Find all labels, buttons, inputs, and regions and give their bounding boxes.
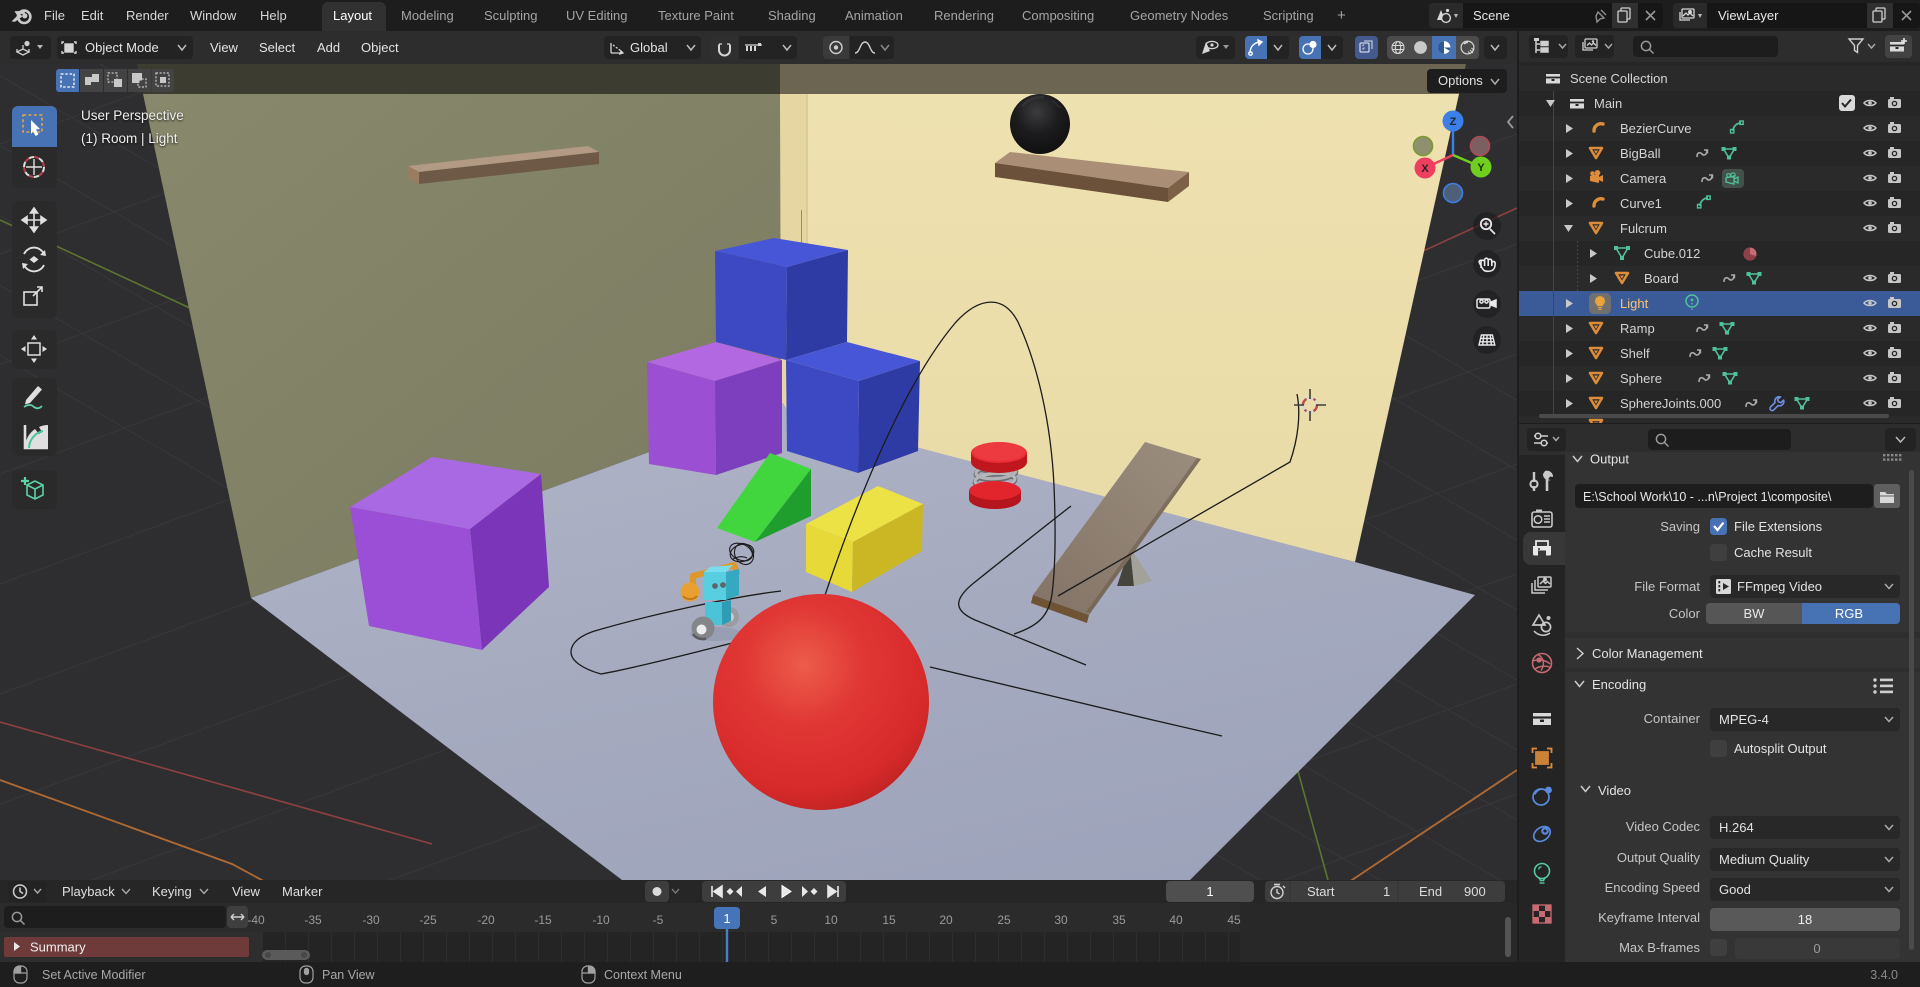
svg-text:5: 5 — [771, 913, 778, 927]
svg-text:Medium Quality: Medium Quality — [1719, 852, 1810, 867]
svg-text:-35: -35 — [304, 913, 322, 927]
svg-text:Cube.012: Cube.012 — [1644, 246, 1700, 261]
svg-text:10: 10 — [824, 913, 838, 927]
svg-text:H.264: H.264 — [1719, 820, 1754, 835]
svg-text:Board: Board — [1644, 271, 1679, 286]
svg-text:900: 900 — [1464, 884, 1486, 899]
svg-text:View: View — [232, 884, 261, 899]
svg-text:-15: -15 — [534, 913, 552, 927]
svg-text:MPEG-4: MPEG-4 — [1719, 712, 1769, 727]
svg-text:30: 30 — [1054, 913, 1068, 927]
svg-text:Camera: Camera — [1620, 171, 1667, 186]
svg-text:-5: -5 — [653, 913, 664, 927]
svg-text:BezierCurve: BezierCurve — [1620, 121, 1692, 136]
svg-text:Playback: Playback — [62, 884, 115, 899]
svg-text:Ramp: Ramp — [1620, 321, 1655, 336]
svg-text:18: 18 — [1798, 912, 1812, 927]
svg-text:3.4.0: 3.4.0 — [1870, 968, 1898, 982]
svg-text:BigBall: BigBall — [1620, 146, 1661, 161]
svg-text:1: 1 — [1383, 884, 1390, 899]
svg-text:BW: BW — [1744, 606, 1766, 621]
svg-text:-30: -30 — [362, 913, 380, 927]
svg-text:-25: -25 — [419, 913, 437, 927]
svg-text:Fulcrum: Fulcrum — [1620, 221, 1667, 236]
svg-text:Cache Result: Cache Result — [1734, 545, 1812, 560]
svg-text:Video: Video — [1598, 783, 1631, 798]
svg-text:-40: -40 — [247, 913, 265, 927]
svg-text:Color Management: Color Management — [1592, 646, 1703, 661]
svg-text:Color: Color — [1669, 606, 1701, 621]
svg-text:Y: Y — [1477, 162, 1485, 174]
svg-text:FFmpeg Video: FFmpeg Video — [1737, 579, 1822, 594]
svg-text:E:\School Work\10 - ...n\Proje: E:\School Work\10 - ...n\Project 1\compo… — [1583, 490, 1832, 504]
svg-text:Keying: Keying — [152, 884, 192, 899]
svg-text:Keyframe Interval: Keyframe Interval — [1598, 910, 1700, 925]
svg-text:Summary: Summary — [30, 940, 86, 955]
svg-text:15: 15 — [882, 913, 896, 927]
svg-text:-10: -10 — [592, 913, 610, 927]
svg-text:0: 0 — [1813, 941, 1820, 956]
svg-text:Shelf: Shelf — [1620, 346, 1650, 361]
svg-text:Video Codec: Video Codec — [1626, 819, 1701, 834]
svg-text:35: 35 — [1112, 913, 1126, 927]
svg-text:20: 20 — [939, 913, 953, 927]
svg-text:Context Menu: Context Menu — [604, 968, 682, 982]
svg-text:File Format: File Format — [1634, 579, 1700, 594]
svg-text:Scene Collection: Scene Collection — [1570, 71, 1668, 86]
svg-text:Light: Light — [1620, 296, 1649, 311]
svg-text:Output: Output — [1590, 452, 1629, 467]
svg-text:Z: Z — [1450, 116, 1457, 128]
svg-text:End: End — [1419, 884, 1442, 899]
svg-text:-20: -20 — [477, 913, 495, 927]
svg-text:Encoding Speed: Encoding Speed — [1605, 880, 1700, 895]
svg-text:Pan View: Pan View — [322, 968, 376, 982]
svg-text:File Extensions: File Extensions — [1734, 519, 1823, 534]
svg-text:1: 1 — [723, 911, 730, 926]
svg-text:Start: Start — [1307, 884, 1335, 899]
svg-text:Good: Good — [1719, 882, 1751, 897]
svg-text:Max B-frames: Max B-frames — [1619, 940, 1700, 955]
svg-text:Container: Container — [1644, 711, 1701, 726]
svg-text:25: 25 — [997, 913, 1011, 927]
svg-text:Curve1: Curve1 — [1620, 196, 1662, 211]
svg-text:Sphere: Sphere — [1620, 371, 1662, 386]
svg-text:1: 1 — [1206, 884, 1213, 899]
svg-text:Marker: Marker — [282, 884, 323, 899]
svg-text:Encoding: Encoding — [1592, 677, 1646, 692]
svg-text:X: X — [1421, 163, 1429, 175]
svg-text:SphereJoints.000: SphereJoints.000 — [1620, 396, 1721, 411]
svg-text:Saving: Saving — [1660, 519, 1700, 534]
svg-text:Autosplit Output: Autosplit Output — [1734, 741, 1827, 756]
svg-text:45: 45 — [1227, 913, 1241, 927]
svg-text:40: 40 — [1169, 913, 1183, 927]
svg-text:Main: Main — [1594, 96, 1622, 111]
svg-text:Set Active Modifier: Set Active Modifier — [42, 968, 146, 982]
svg-text:RGB: RGB — [1835, 606, 1863, 621]
svg-text:Output Quality: Output Quality — [1617, 850, 1701, 865]
